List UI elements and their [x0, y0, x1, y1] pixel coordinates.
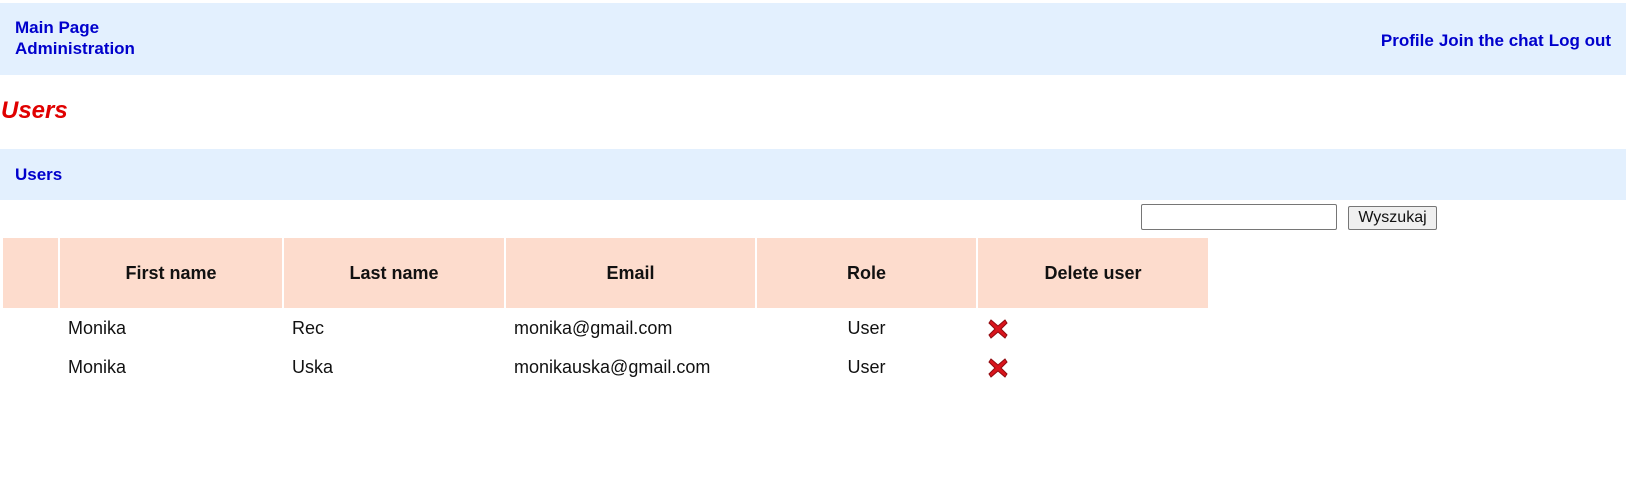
column-header-first-name: First name [60, 238, 282, 308]
main-page-link[interactable]: Main Page [15, 18, 135, 38]
column-header-role: Role [757, 238, 976, 308]
column-header-blank [3, 238, 58, 308]
first-name-cell: Monika [68, 357, 127, 377]
role-cell: User [847, 357, 886, 377]
join-chat-link[interactable]: Join the chat [1439, 31, 1544, 51]
delete-x-icon[interactable] [986, 317, 1010, 341]
role-cell: User [847, 318, 886, 338]
row-blank-cell [3, 349, 58, 386]
administration-link[interactable]: Administration [15, 39, 135, 59]
column-header-delete-user: Delete user [978, 238, 1208, 308]
first-name-cell: Monika [68, 318, 127, 338]
delete-x-icon[interactable] [986, 356, 1010, 380]
top-navigation-bar: Main Page Administration Profile Join th… [0, 3, 1626, 75]
search-input[interactable] [1141, 204, 1337, 230]
last-name-cell: Uska [292, 357, 334, 377]
left-nav-links: Main Page Administration [15, 18, 135, 59]
table-row: Monika Rec monika@gmail.com User [3, 310, 1208, 347]
profile-link[interactable]: Profile [1381, 31, 1434, 51]
delete-cell [978, 349, 1208, 386]
section-header: Users [0, 149, 1626, 200]
table-row: Monika Uska monikauska@gmail.com User [3, 349, 1208, 386]
email-cell: monikauska@gmail.com [514, 357, 711, 377]
column-header-last-name: Last name [284, 238, 504, 308]
search-button[interactable]: Wyszukaj [1348, 206, 1437, 230]
page-title: Users [1, 97, 68, 124]
delete-cell [978, 310, 1208, 347]
log-out-link[interactable]: Log out [1549, 31, 1611, 51]
right-nav-links: Profile Join the chat Log out [1381, 31, 1611, 51]
section-title: Users [15, 165, 63, 184]
row-blank-cell [3, 310, 58, 347]
column-header-email: Email [506, 238, 755, 308]
email-cell: monika@gmail.com [514, 318, 673, 338]
users-table: First name Last name Email Role Delete u… [1, 236, 1210, 388]
table-header-row: First name Last name Email Role Delete u… [3, 238, 1208, 308]
last-name-cell: Rec [292, 318, 325, 338]
